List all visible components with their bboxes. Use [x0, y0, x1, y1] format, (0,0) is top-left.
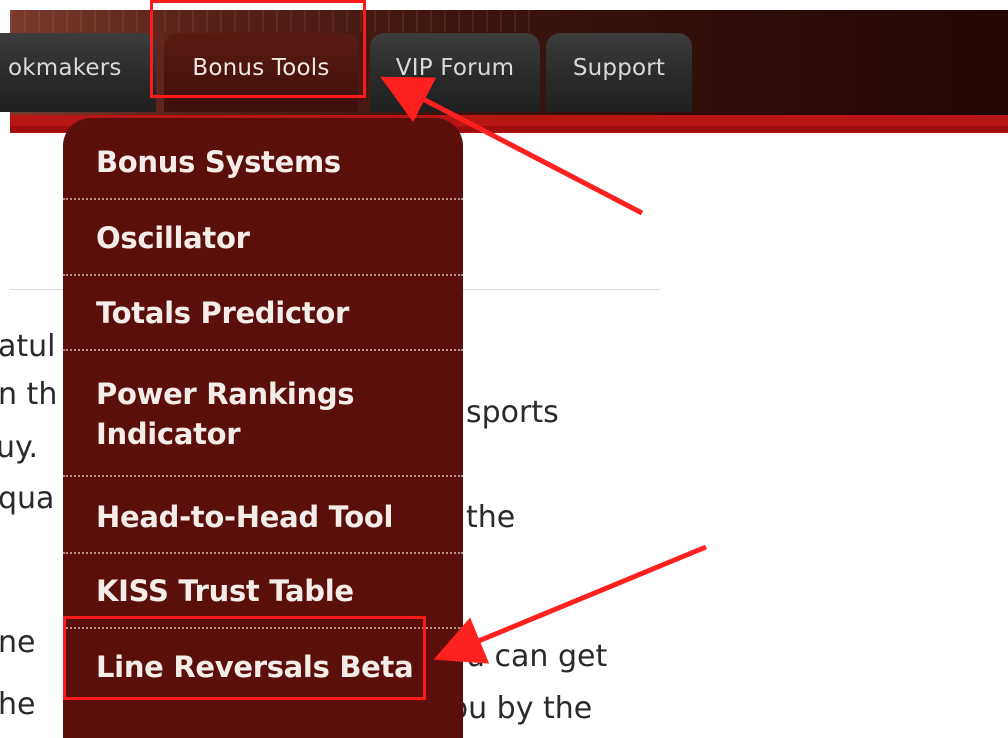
content-line: the	[466, 500, 516, 535]
menu-item-bonus-systems[interactable]: Bonus Systems	[63, 145, 463, 179]
menu-item-power-rankings-indicator[interactable]: Power Rankings Indicator	[63, 374, 463, 454]
tab-vip-forum-label: VIP Forum	[395, 54, 515, 81]
content-line: qua	[0, 481, 55, 516]
menu-item-head-to-head-tool[interactable]: Head-to-Head Tool	[63, 500, 463, 534]
content-line: he	[0, 687, 36, 722]
menu-item-totals-predictor[interactable]: Totals Predictor	[63, 296, 463, 330]
menu-separator	[63, 274, 463, 276]
menu-item-label: Oscillator	[96, 221, 250, 255]
content-line: uy.	[0, 430, 39, 465]
menu-item-label: Head-to-Head Tool	[96, 500, 394, 534]
tab-vip-forum[interactable]: VIP Forum	[370, 33, 540, 112]
menu-item-label-line2: Indicator	[96, 417, 241, 451]
content-line: n th	[0, 377, 58, 412]
content-line: ne	[0, 625, 36, 660]
arrow-to-line-reversals	[433, 544, 707, 664]
menu-item-label: Totals Predictor	[96, 296, 349, 330]
menu-item-label: KISS Trust Table	[96, 574, 354, 608]
menu-separator	[63, 198, 463, 200]
menu-item-label: Bonus Systems	[96, 145, 341, 179]
tab-support[interactable]: Support	[546, 33, 692, 112]
bonus-tools-highlight-box	[150, 0, 366, 98]
content-line: '	[0, 568, 2, 598]
content-line: atul	[0, 329, 56, 364]
menu-item-label-line1: Power Rankings	[96, 377, 355, 411]
tab-support-label: Support	[572, 54, 666, 81]
content-line: sports	[466, 395, 559, 430]
menu-separator	[63, 552, 463, 554]
menu-separator	[63, 475, 463, 477]
content-line: u can get	[466, 639, 608, 674]
menu-item-kiss-trust-table[interactable]: KISS Trust Table	[63, 574, 463, 608]
menu-item-oscillator[interactable]: Oscillator	[63, 221, 463, 255]
line-reversals-highlight-box	[63, 616, 426, 700]
tab-bookmakers-label: okmakers	[8, 54, 122, 81]
menu-separator	[63, 349, 463, 351]
tab-bookmakers[interactable]: okmakers	[0, 33, 156, 112]
